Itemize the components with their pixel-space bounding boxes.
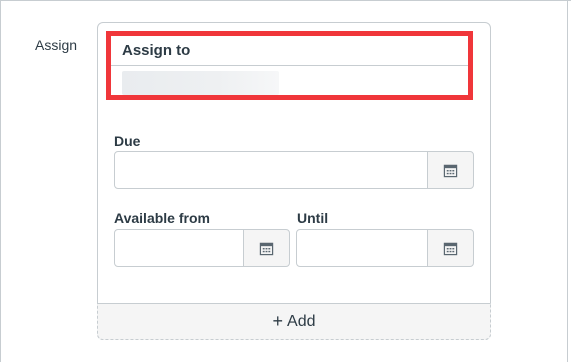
add-label: Add (287, 312, 316, 330)
add-assignment-button[interactable]: + Add (97, 303, 491, 340)
plus-icon: + (272, 311, 284, 331)
until-input[interactable] (296, 229, 428, 267)
available-from-input[interactable] (114, 229, 244, 267)
assign-to-input[interactable] (122, 71, 279, 95)
assign-section-label: Assign (35, 37, 78, 53)
due-calendar-button[interactable] (427, 151, 474, 189)
calendar-icon (443, 242, 458, 255)
due-label: Due (114, 133, 141, 149)
until-calendar-button[interactable] (427, 229, 474, 267)
divider (0, 0, 571, 1)
calendar-icon (443, 164, 458, 177)
until-label: Until (297, 210, 329, 226)
available-from-calendar-button[interactable] (243, 229, 290, 267)
available-from-label: Available from (114, 210, 210, 226)
due-date-input[interactable] (114, 151, 428, 189)
calendar-icon (259, 242, 274, 255)
assign-to-box[interactable]: Assign to (106, 31, 473, 100)
divider (111, 65, 468, 66)
assign-to-label: Assign to (122, 42, 191, 59)
